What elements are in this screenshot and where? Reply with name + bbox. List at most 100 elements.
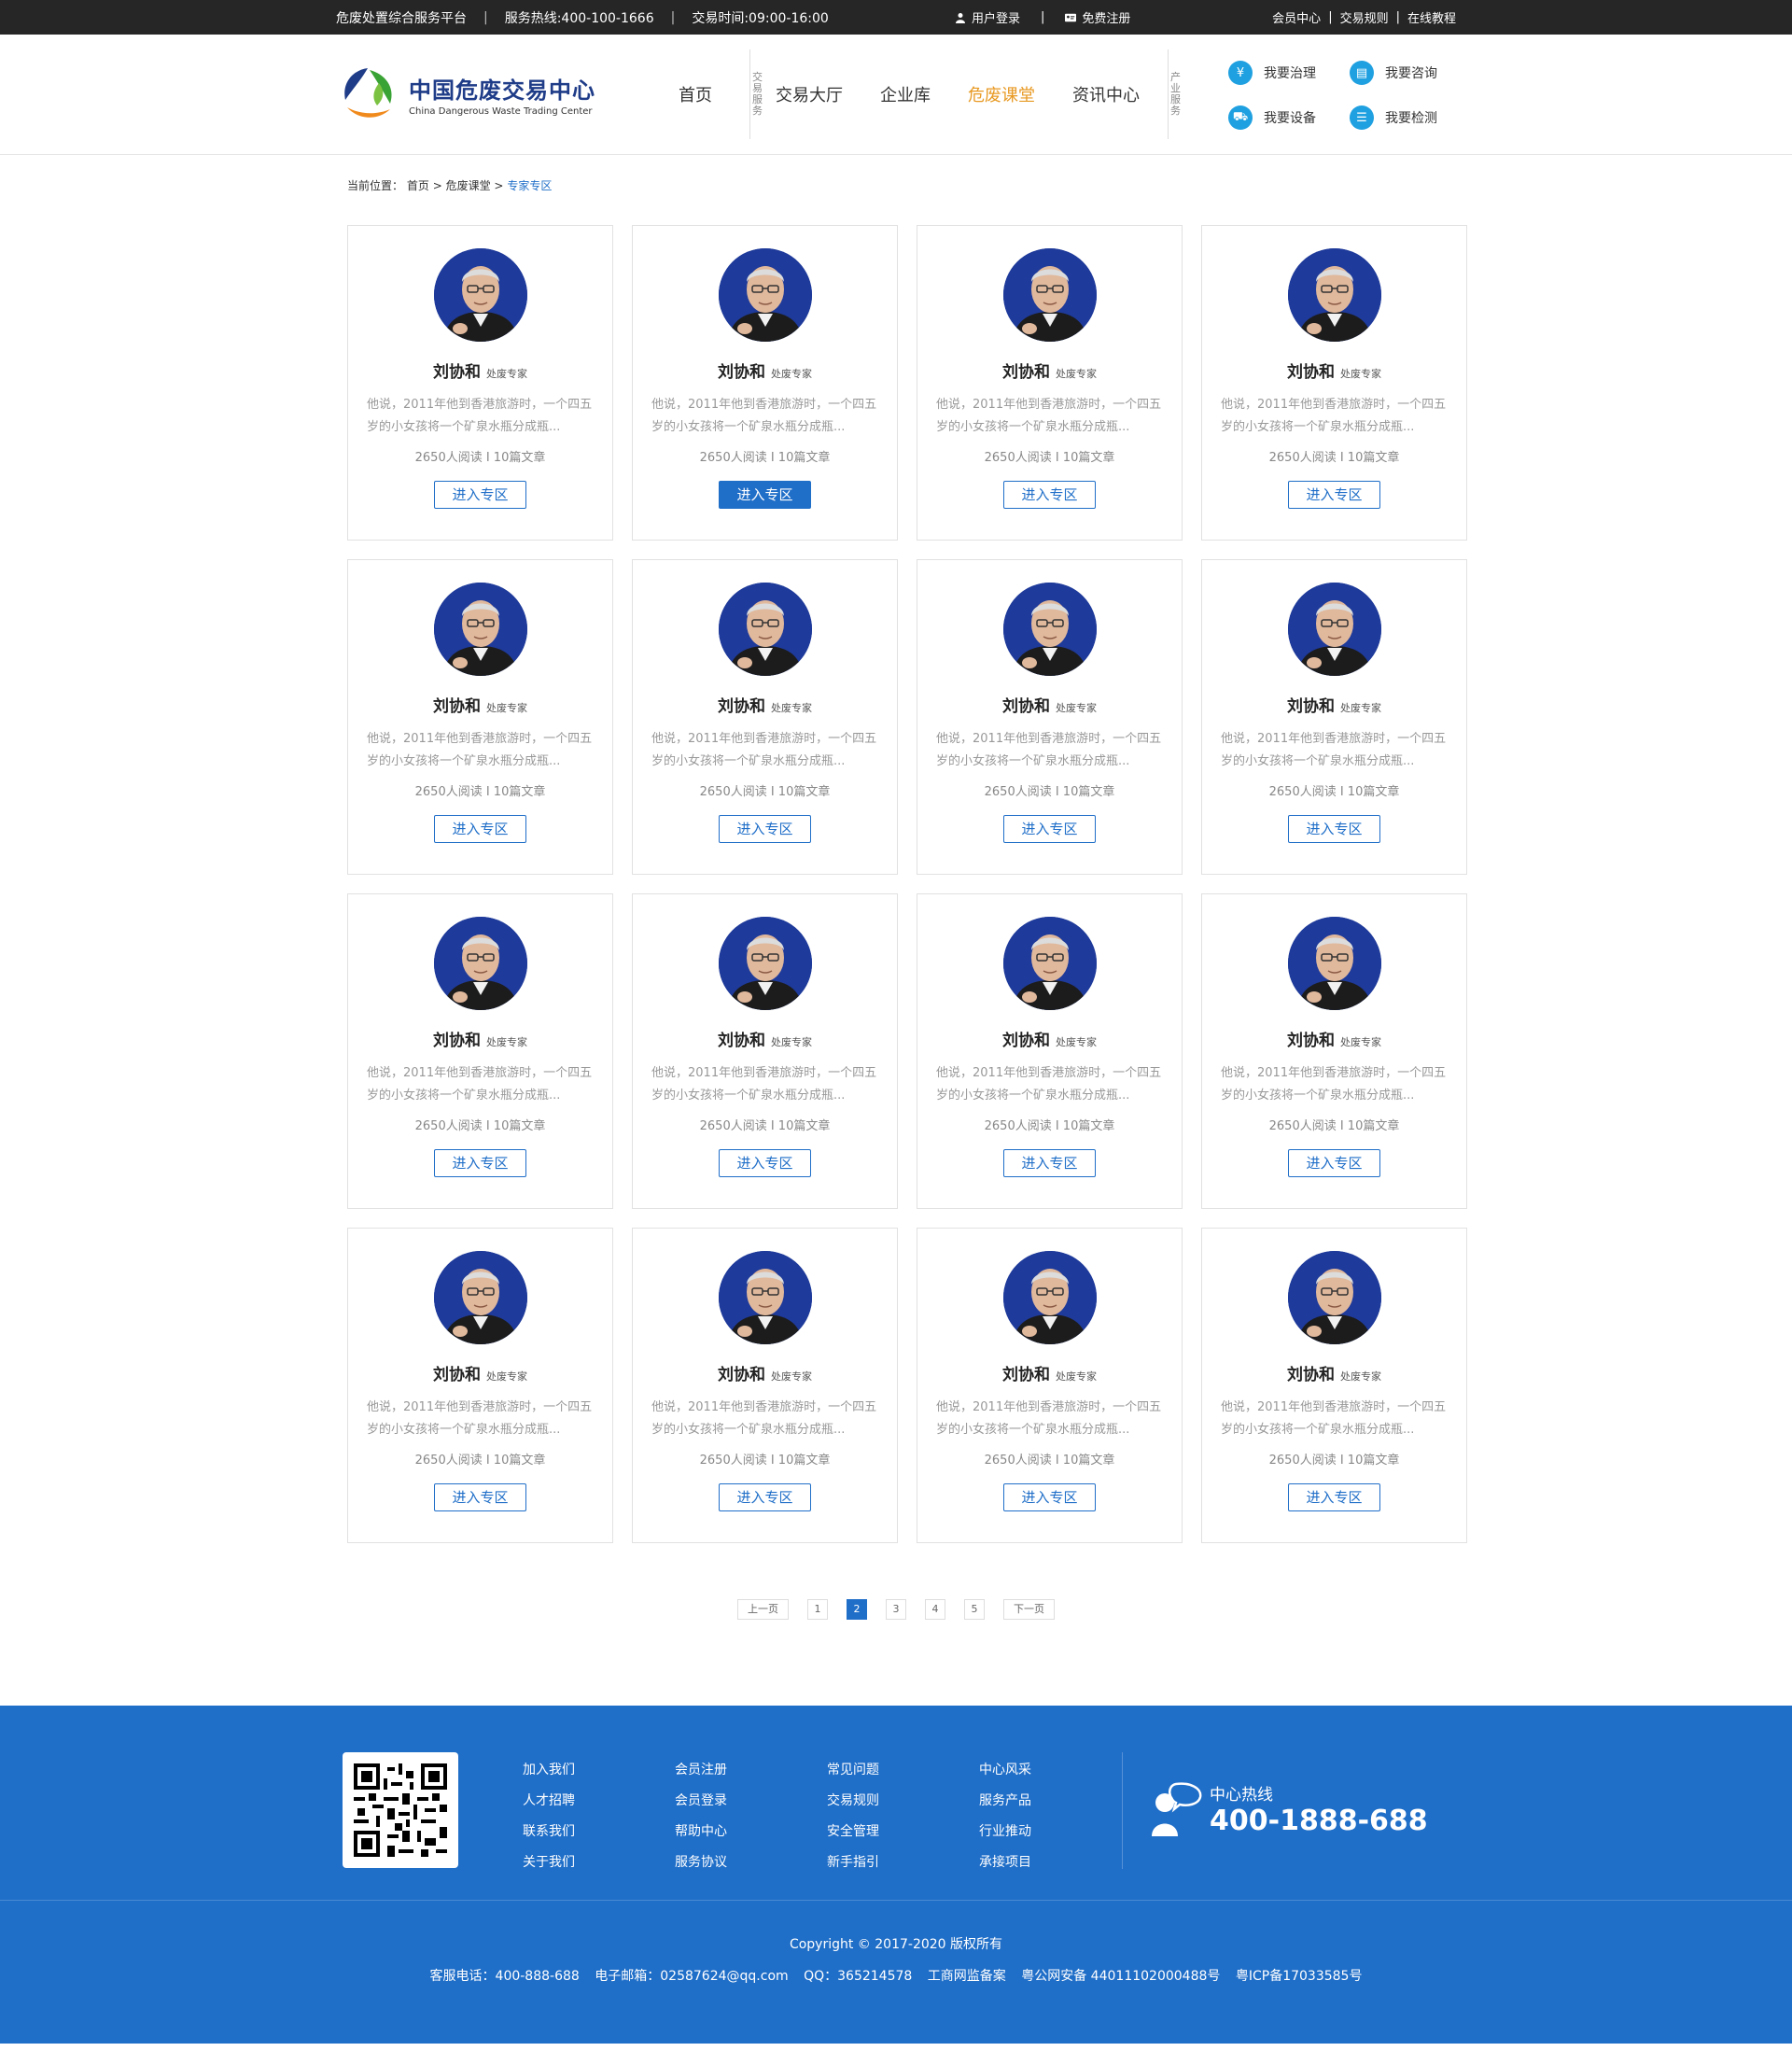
- enter-zone-button[interactable]: 进入专区: [719, 1483, 811, 1511]
- member-center-link[interactable]: 会员中心: [1272, 8, 1321, 26]
- expert-name: 刘协和: [718, 697, 765, 716]
- breadcrumb-home[interactable]: 首页: [407, 179, 429, 192]
- expert-avatar[interactable]: [1287, 583, 1381, 676]
- hotline-label: 中心热线: [1210, 1786, 1273, 1805]
- portrait-image: [1287, 1251, 1381, 1344]
- expert-name: 刘协和: [1002, 1366, 1050, 1384]
- enter-zone-button[interactable]: 进入专区: [719, 815, 811, 843]
- nav-waste-classroom[interactable]: 危废课堂: [968, 82, 1035, 106]
- expert-role: 处废专家: [1340, 1036, 1381, 1048]
- expert-avatar[interactable]: [1002, 583, 1097, 676]
- page-4[interactable]: 4: [925, 1599, 945, 1620]
- expert-name: 刘协和: [718, 1366, 765, 1384]
- expert-avatar[interactable]: [433, 917, 527, 1010]
- page-2[interactable]: 2: [847, 1599, 867, 1620]
- nav-news-center[interactable]: 资讯中心: [1072, 82, 1140, 106]
- expert-avatar[interactable]: [433, 248, 527, 342]
- footer-link[interactable]: 行业推动: [979, 1821, 1131, 1840]
- page-1[interactable]: 1: [807, 1599, 828, 1620]
- footer-icp[interactable]: 粤ICP备17033585号: [1236, 1969, 1363, 1984]
- enter-zone-button[interactable]: 进入专区: [434, 1149, 526, 1177]
- site-header: 中国危废交易中心 China Dangerous Waste Trading C…: [0, 35, 1792, 155]
- enter-zone-button[interactable]: 进入专区: [1288, 1149, 1380, 1177]
- enter-zone-button[interactable]: 进入专区: [1003, 815, 1096, 843]
- enter-zone-button[interactable]: 进入专区: [1288, 481, 1380, 509]
- page-3[interactable]: 3: [886, 1599, 906, 1620]
- footer-link[interactable]: 关于我们: [523, 1852, 675, 1871]
- enter-zone-button[interactable]: 进入专区: [1288, 1483, 1380, 1511]
- expert-avatar[interactable]: [718, 917, 812, 1010]
- expert-avatar[interactable]: [1287, 1251, 1381, 1344]
- expert-description: 他说，2011年他到香港旅游时，一个四五岁的小女孩将一个矿泉水瓶分成瓶...: [936, 1400, 1162, 1437]
- expert-avatar[interactable]: [718, 248, 812, 342]
- expert-avatar[interactable]: [433, 583, 527, 676]
- login-link[interactable]: 用户登录: [955, 8, 1020, 26]
- breadcrumb-section[interactable]: 危废课堂: [446, 179, 491, 192]
- expert-avatar[interactable]: [1002, 917, 1097, 1010]
- footer-link[interactable]: 服务协议: [675, 1852, 827, 1871]
- trading-hours: 交易时间:09:00-16:00: [692, 10, 829, 26]
- footer-link[interactable]: 承接项目: [979, 1852, 1131, 1871]
- footer-link[interactable]: 人才招聘: [523, 1791, 675, 1809]
- footer-link[interactable]: 安全管理: [827, 1821, 979, 1840]
- expert-avatar[interactable]: [1287, 248, 1381, 342]
- enter-zone-button[interactable]: 进入专区: [434, 815, 526, 843]
- customer-service-icon: [1152, 1782, 1202, 1836]
- expert-stats: 2650人阅读 I 10篇文章: [984, 785, 1115, 799]
- enter-zone-button[interactable]: 进入专区: [719, 1149, 811, 1177]
- footer-link[interactable]: 联系我们: [523, 1821, 675, 1840]
- service-governance[interactable]: ¥ 我要治理: [1228, 61, 1350, 85]
- trade-rules-link[interactable]: 交易规则: [1340, 8, 1389, 26]
- truck-icon: ⛟: [1228, 105, 1253, 130]
- expert-avatar[interactable]: [1287, 917, 1381, 1010]
- footer-link-column: 常见问题交易规则安全管理新手指引: [827, 1760, 979, 1871]
- enter-zone-button[interactable]: 进入专区: [1288, 815, 1380, 843]
- expert-name: 刘协和: [1002, 363, 1050, 382]
- nav-home[interactable]: 首页: [679, 82, 712, 106]
- enter-zone-button[interactable]: 进入专区: [719, 481, 811, 509]
- footer-link[interactable]: 会员登录: [675, 1791, 827, 1809]
- enter-zone-button[interactable]: 进入专区: [1003, 481, 1096, 509]
- expert-name: 刘协和: [433, 1032, 481, 1050]
- next-page-button[interactable]: 下一页: [1003, 1599, 1055, 1620]
- enter-zone-button[interactable]: 进入专区: [1003, 1149, 1096, 1177]
- service-consulting[interactable]: ▤ 我要咨询: [1350, 61, 1471, 85]
- footer-police-record[interactable]: 粤公网安备 44011102000488号: [1021, 1969, 1220, 1984]
- prev-page-button[interactable]: 上一页: [737, 1599, 789, 1620]
- footer-link[interactable]: 会员注册: [675, 1760, 827, 1778]
- footer-link[interactable]: 新手指引: [827, 1852, 979, 1871]
- site-logo[interactable]: 中国危废交易中心 China Dangerous Waste Trading C…: [336, 63, 595, 126]
- footer-link[interactable]: 服务产品: [979, 1791, 1131, 1809]
- nav-enterprise-library[interactable]: 企业库: [880, 82, 931, 106]
- breadcrumb-current: 专家专区: [507, 179, 553, 192]
- footer-link[interactable]: 中心风采: [979, 1760, 1131, 1778]
- footer-link[interactable]: 帮助中心: [675, 1821, 827, 1840]
- expert-name: 刘协和: [1002, 697, 1050, 716]
- enter-zone-button[interactable]: 进入专区: [434, 1483, 526, 1511]
- tutorial-link[interactable]: 在线教程: [1407, 8, 1456, 26]
- expert-avatar[interactable]: [1002, 1251, 1097, 1344]
- nav-trading-hall[interactable]: 交易大厅: [776, 82, 843, 106]
- logo-title: 中国危废交易中心: [409, 77, 595, 104]
- service-equipment[interactable]: ⛟ 我要设备: [1228, 105, 1350, 130]
- register-link[interactable]: 免费注册: [1065, 8, 1130, 26]
- expert-avatar[interactable]: [718, 1251, 812, 1344]
- enter-zone-button[interactable]: 进入专区: [1003, 1483, 1096, 1511]
- page-5[interactable]: 5: [964, 1599, 985, 1620]
- service-testing[interactable]: ☰ 我要检测: [1350, 105, 1471, 130]
- footer-link[interactable]: 加入我们: [523, 1760, 675, 1778]
- expert-role: 处废专家: [771, 1370, 812, 1383]
- expert-card: 刘协和 处废专家 他说，2011年他到香港旅游时，一个四五岁的小女孩将一个矿泉水…: [917, 559, 1183, 875]
- leaf-logo-icon: [344, 68, 392, 118]
- expert-avatar[interactable]: [1002, 248, 1097, 342]
- expert-avatar[interactable]: [433, 1251, 527, 1344]
- breadcrumb: 当前位置： 首页 > 危废课堂 > 专家专区: [347, 179, 553, 192]
- divider: |: [1041, 10, 1045, 24]
- footer-business-record[interactable]: 工商网监备案: [928, 1969, 1006, 1984]
- expert-stats: 2650人阅读 I 10篇文章: [984, 1119, 1115, 1133]
- expert-description: 他说，2011年他到香港旅游时，一个四五岁的小女孩将一个矿泉水瓶分成瓶...: [367, 1066, 593, 1103]
- footer-link[interactable]: 交易规则: [827, 1791, 979, 1809]
- footer-link[interactable]: 常见问题: [827, 1760, 979, 1778]
- enter-zone-button[interactable]: 进入专区: [434, 481, 526, 509]
- expert-avatar[interactable]: [718, 583, 812, 676]
